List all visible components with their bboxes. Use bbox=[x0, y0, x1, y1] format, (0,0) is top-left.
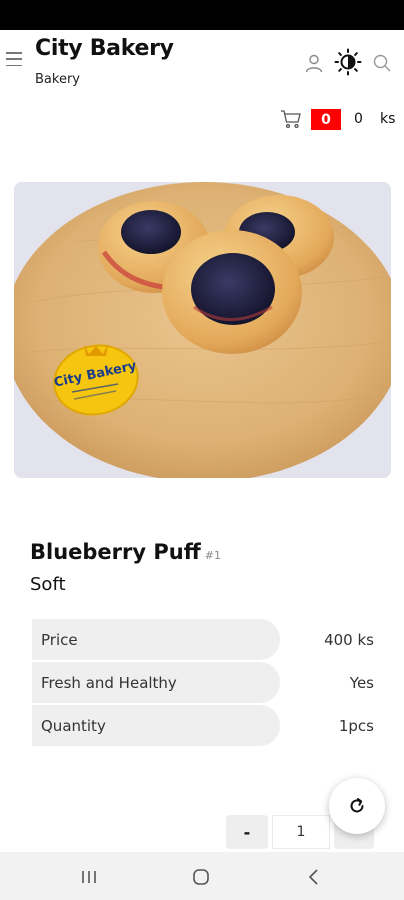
cart-count-badge: 0 bbox=[311, 109, 341, 130]
app-header: City Bakery Bakery bbox=[0, 30, 404, 92]
product-name: Blueberry Puff bbox=[30, 540, 201, 564]
theme-toggle-icon[interactable] bbox=[334, 48, 362, 76]
cart-summary: 0 0 ks bbox=[0, 108, 404, 132]
cart-icon[interactable] bbox=[280, 109, 302, 129]
detail-row-price: Price 400 ks bbox=[32, 619, 382, 660]
back-icon[interactable] bbox=[302, 866, 326, 888]
refresh-button[interactable] bbox=[329, 778, 385, 834]
product-title: Blueberry Puff #1 bbox=[30, 540, 221, 564]
cart-total: 0 bbox=[354, 111, 363, 127]
search-icon[interactable] bbox=[370, 51, 394, 75]
quantity-value[interactable]: 1 bbox=[272, 815, 330, 849]
app-title: City Bakery bbox=[35, 36, 174, 61]
system-navigation-bar bbox=[0, 852, 404, 900]
decrease-quantity-button[interactable]: - bbox=[226, 815, 268, 849]
status-bar bbox=[0, 0, 404, 30]
cart-currency: ks bbox=[380, 111, 396, 127]
detail-label: Price bbox=[32, 619, 280, 660]
menu-icon[interactable] bbox=[6, 50, 24, 68]
detail-value: 400 ks bbox=[324, 630, 374, 649]
user-icon[interactable] bbox=[302, 51, 326, 75]
detail-row-quantity: Quantity 1pcs bbox=[32, 705, 382, 746]
detail-value: 1pcs bbox=[338, 716, 374, 735]
detail-row-fresh: Fresh and Healthy Yes bbox=[32, 662, 382, 703]
product-image: City Bakery bbox=[14, 182, 391, 478]
app-subtitle: Bakery bbox=[35, 72, 80, 87]
detail-label: Fresh and Healthy bbox=[32, 662, 280, 703]
refresh-icon bbox=[350, 798, 364, 813]
recent-apps-icon[interactable] bbox=[77, 866, 101, 888]
home-icon[interactable] bbox=[189, 866, 213, 888]
product-id: #1 bbox=[204, 549, 221, 562]
detail-label: Quantity bbox=[32, 705, 280, 746]
detail-value: Yes bbox=[349, 673, 374, 692]
product-details-table: Price 400 ks Fresh and Healthy Yes Quant… bbox=[32, 619, 382, 748]
product-subtitle: Soft bbox=[30, 574, 66, 595]
